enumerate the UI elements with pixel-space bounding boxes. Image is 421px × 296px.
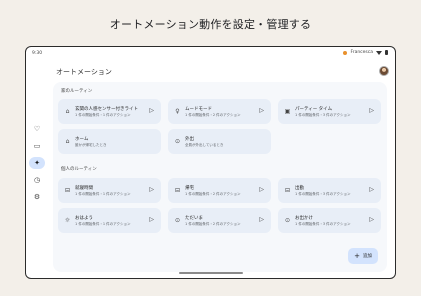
account-name: Francesca (350, 50, 373, 55)
routine-summary: 1 件の開始条件・3 件のアクション (295, 113, 351, 117)
routine-name: 外出 (185, 137, 194, 142)
routine-card[interactable]: ⊟ 就寝時間 1 件の開始条件・1 件のアクション ▷ (58, 178, 161, 203)
routine-summary: 1 件の開始条件・1 件のアクション (75, 222, 131, 226)
rail-devices[interactable]: ▭ (29, 140, 45, 152)
routine-name: おはよう (75, 216, 93, 221)
routine-name: 出勤 (295, 186, 304, 191)
avatar[interactable] (379, 66, 389, 76)
routine-name: パーティー タイム (295, 107, 333, 112)
routine-card[interactable]: ⌂ ホーム 誰かが帰宅したとき (58, 129, 161, 154)
sun-icon: ☼ (64, 217, 71, 224)
routine-name: 玄関の人感センサー付きライト (75, 107, 138, 112)
add-label: 追加 (362, 254, 372, 259)
pin-icon: ⊙ (284, 217, 291, 224)
play-icon[interactable]: ▷ (149, 107, 154, 114)
routine-name: お出かけ (295, 216, 313, 221)
rail-settings[interactable]: ⚙ (29, 191, 45, 203)
routine-summary: 1 件の開始条件・3 件のアクション (295, 192, 351, 196)
play-icon[interactable]: ▷ (369, 186, 374, 193)
battery-icon (385, 50, 388, 55)
routine-card[interactable]: ⊙ 外出 全員が外出しているとき (168, 129, 271, 154)
plus-icon: + (354, 251, 360, 260)
account-dot-icon (343, 50, 348, 55)
routine-card[interactable]: ⊟ 出勤 1 件の開始条件・3 件のアクション ▷ (278, 178, 381, 203)
section-household-label: 家のルーティン (61, 89, 93, 94)
routine-summary: 誰かが帰宅したとき (75, 143, 107, 147)
routine-summary: 全員が外出しているとき (185, 143, 224, 147)
routine-name: ただいま (185, 216, 203, 221)
rail-activity[interactable]: ◷ (29, 174, 45, 186)
routine-name: ホーム (75, 137, 89, 142)
pin-icon: ⊙ (174, 217, 181, 224)
gesture-nav-bar (179, 272, 243, 274)
play-icon[interactable]: ▷ (259, 107, 264, 114)
play-icon[interactable]: ▷ (149, 216, 154, 223)
routine-card[interactable]: ⊙ ただいま 1 件の開始条件・2 件のアクション ▷ (168, 208, 271, 233)
routine-name: 帰宅 (185, 186, 194, 191)
home-icon: ⌂ (65, 108, 70, 115)
add-routine-button[interactable]: + 追加 (348, 248, 378, 264)
routine-summary: 1 件の開始条件・1 件のアクション (75, 113, 131, 117)
sparkle-icon: ✦ (34, 159, 40, 167)
play-icon[interactable]: ▷ (369, 107, 374, 114)
routine-card[interactable]: ☼ おはよう 1 件の開始条件・1 件のアクション ▷ (58, 208, 161, 233)
play-icon[interactable]: ▷ (369, 216, 374, 223)
play-icon[interactable]: ▷ (149, 186, 154, 193)
wifi-icon (376, 50, 382, 55)
away-icon: ⊙ (174, 138, 181, 145)
rail-automations[interactable]: ✦ (29, 157, 45, 169)
history-icon: ◷ (33, 176, 41, 184)
car-icon: ⊟ (64, 187, 71, 194)
page-title: オートメーション (56, 68, 112, 76)
headline: オートメーション動作を設定・管理する (109, 18, 312, 31)
house-icon: ⌂ (65, 138, 70, 145)
routine-summary: 1 件の開始条件・2 件のアクション (185, 113, 241, 117)
rail-favorites[interactable]: ♡ (29, 123, 45, 135)
navigation-rail: ♡ ▭ ✦ ◷ ⚙ (29, 123, 45, 203)
play-icon[interactable]: ▷ (259, 186, 264, 193)
routine-summary: 1 件の開始条件・3 件のアクション (295, 222, 351, 226)
status-bar: 9:30 Francesca (26, 47, 395, 61)
routine-summary: 1 件の開始条件・2 件のアクション (185, 192, 241, 196)
routine-card[interactable]: ⊟ 帰宅 1 件の開始条件・2 件のアクション ▷ (168, 178, 271, 203)
routine-summary: 1 件の開始条件・1 件のアクション (75, 192, 131, 196)
routine-card[interactable]: ▣ パーティー タイム 1 件の開始条件・3 件のアクション ▷ (278, 99, 381, 124)
tablet-frame: 9:30 Francesca オートメーション ♡ ▭ ✦ ◷ ⚙ 家のルーティ… (25, 46, 396, 279)
car-icon: ⊟ (284, 187, 291, 194)
routine-card[interactable]: ♀ ムードモード 1 件の開始条件・2 件のアクション ▷ (168, 99, 271, 124)
bulb-icon: ♀ (175, 108, 180, 115)
heart-icon: ♡ (33, 125, 41, 133)
routine-card[interactable]: ⊙ お出かけ 1 件の開始条件・3 件のアクション ▷ (278, 208, 381, 233)
status-time: 9:30 (32, 51, 43, 56)
play-icon[interactable]: ▷ (259, 216, 264, 223)
routine-name: ムードモード (185, 107, 212, 112)
devices-icon: ▭ (33, 142, 41, 150)
section-personal-label: 個人のルーティン (61, 167, 97, 172)
party-icon: ▣ (284, 108, 291, 115)
content-panel: 家のルーティン ⌂ 玄関の人感センサー付きライト 1 件の開始条件・1 件のアク… (53, 82, 387, 272)
gear-icon: ⚙ (33, 193, 41, 201)
car-icon: ⊟ (174, 187, 181, 194)
routine-card[interactable]: ⌂ 玄関の人感センサー付きライト 1 件の開始条件・1 件のアクション ▷ (58, 99, 161, 124)
routine-summary: 1 件の開始条件・2 件のアクション (185, 222, 241, 226)
status-icons: Francesca (343, 50, 388, 55)
routine-name: 就寝時間 (75, 186, 93, 191)
